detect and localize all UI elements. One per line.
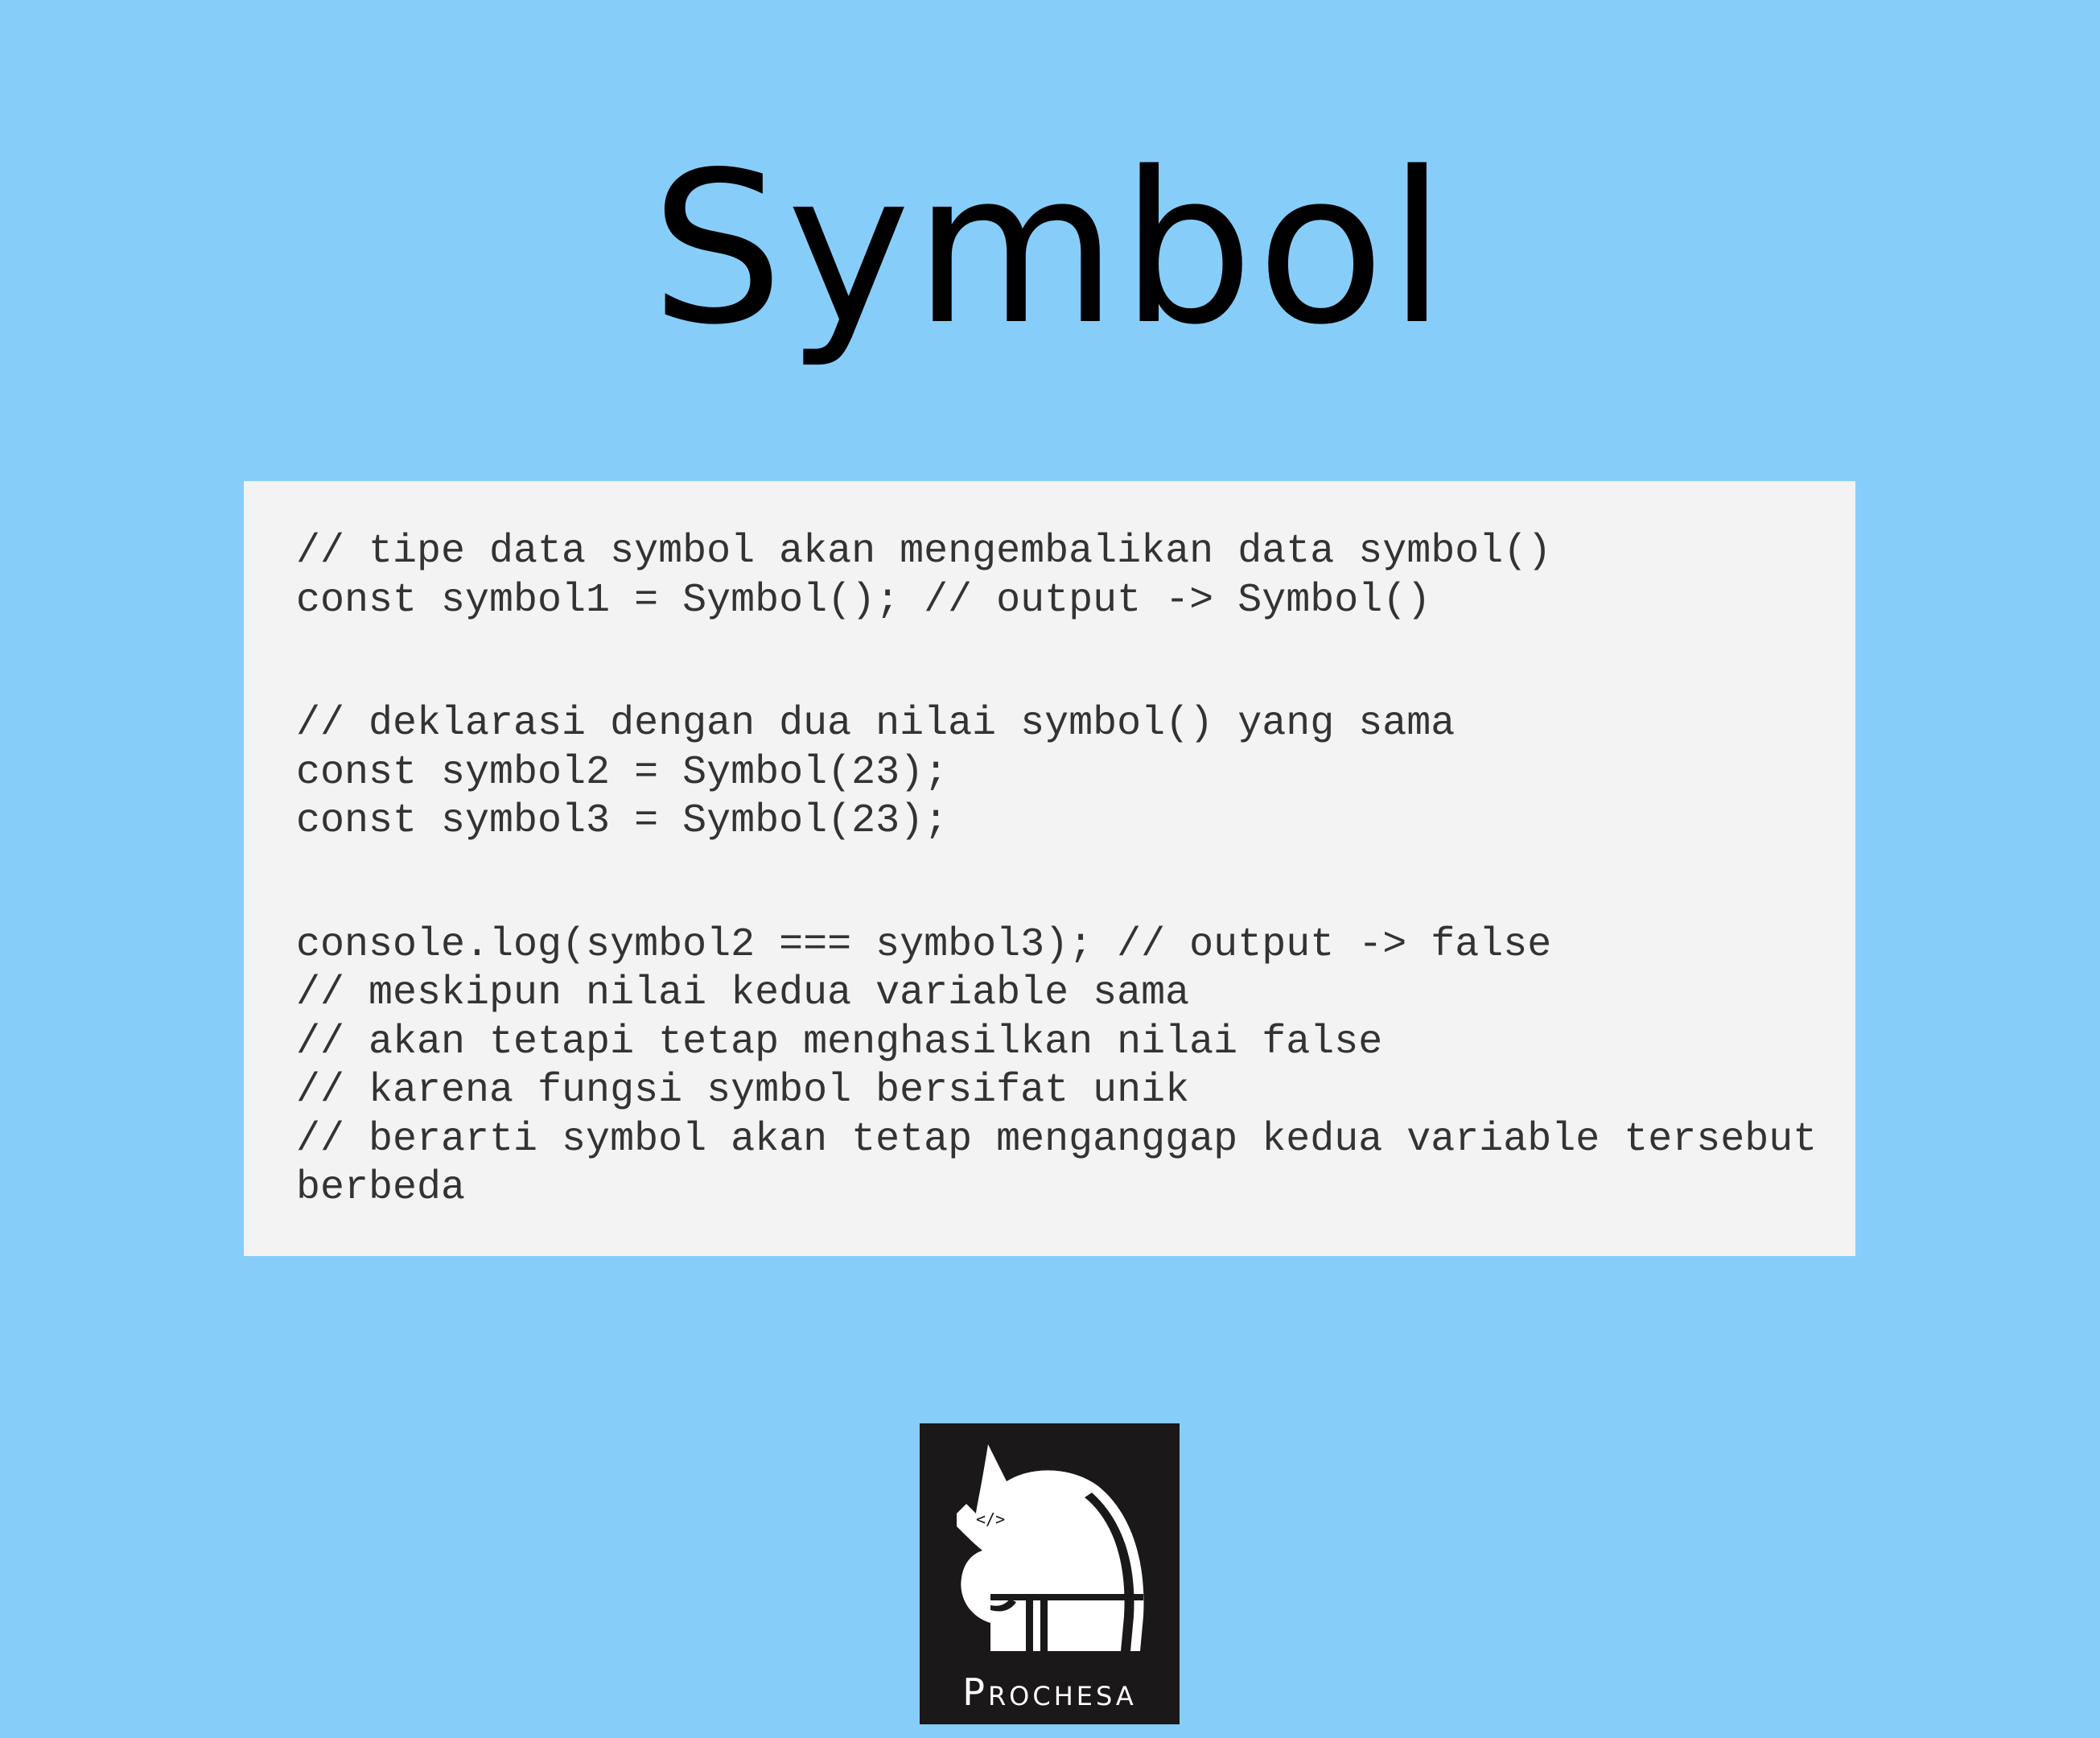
code-blank-gap [296, 846, 1855, 921]
code-line: berbeda [296, 1165, 466, 1211]
code-line: const symbol2 = Symbol(23); [296, 749, 949, 796]
code-line: const symbol1 = Symbol(); // output -> S… [296, 577, 1431, 624]
code-line: // deklarasi dengan dua nilai symbol() y… [296, 701, 1456, 747]
code-line: const symbol3 = Symbol(23); [296, 798, 949, 844]
prochesa-logo: </> Prochesa [920, 1423, 1180, 1724]
logo-wordmark: Prochesa [962, 1670, 1137, 1714]
code-blank-gap [296, 625, 1855, 700]
code-line: // meskipun nilai kedua variable sama [296, 970, 1190, 1016]
knight-chess-piece-icon: </> [957, 1444, 1144, 1651]
code-mark-icon: </> [976, 1509, 1005, 1529]
code-line: // karena fungsi symbol bersifat unik [296, 1068, 1190, 1114]
code-line: // berarti symbol akan tetap menganggap … [296, 1116, 1818, 1163]
code-line: // tipe data symbol akan mengembalikan d… [296, 529, 1552, 575]
page-title: Symbol [650, 128, 1450, 371]
code-block: // tipe data symbol akan mengembalikan d… [244, 481, 1855, 1256]
code-line: // akan tetapi tetap menghasilkan nilai … [296, 1019, 1383, 1065]
code-line: console.log(symbol2 === symbol3); // out… [296, 921, 1552, 968]
